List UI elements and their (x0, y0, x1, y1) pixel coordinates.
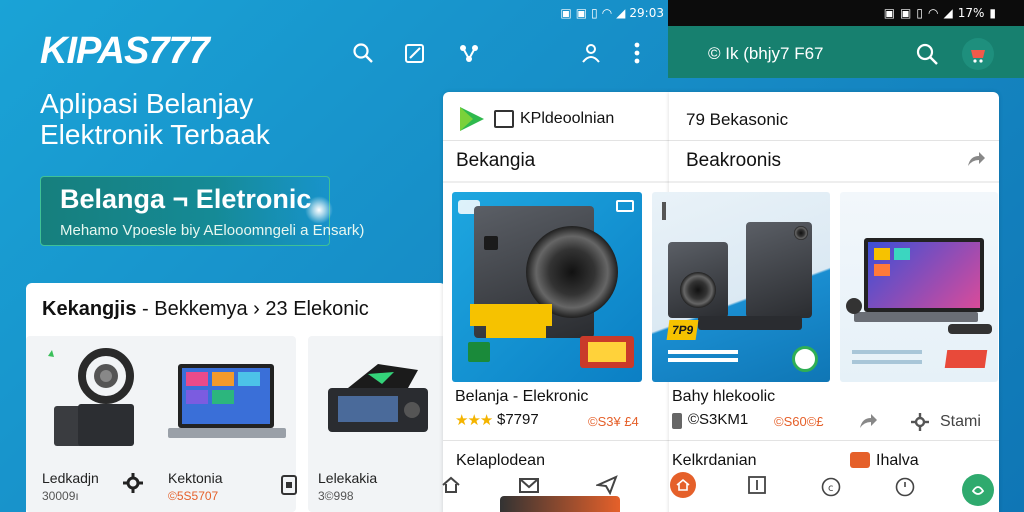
gear-icon[interactable] (122, 472, 144, 494)
nfc-icon: ▣ (900, 6, 912, 20)
section-label: Kelaplodean (456, 452, 545, 469)
product-price: ©5S5707 (168, 489, 219, 503)
signal-icon: ▣ (883, 6, 896, 20)
banner-title: Belanga ¬ Eletronic (60, 184, 312, 214)
phone-icon (672, 413, 682, 429)
tagline-line1: Aplipasi Belanjay (40, 88, 254, 119)
banner-subtitle: Mehamo Vpoesle biy AElooomngeli a Ensark… (60, 222, 365, 239)
edit-icon[interactable] (402, 40, 428, 66)
vibrate-icon: ▯ (591, 6, 598, 20)
status-bar-left: ▣ ▣ ▯ ◠ ◢ 29:03 (540, 4, 668, 22)
section-title: Beakroonis (686, 150, 782, 171)
share-arrow-icon[interactable] (966, 150, 986, 168)
section-label: Ihalva (876, 452, 919, 469)
search-icon[interactable] (350, 40, 376, 66)
divider (443, 181, 669, 183)
wifi-icon: ◠ (601, 6, 613, 20)
more-menu-icon[interactable] (624, 40, 650, 66)
radio-device-image (328, 364, 428, 432)
status-time: 29:03 (629, 6, 664, 20)
promo-icon (850, 452, 870, 468)
sparkle-icon (305, 196, 333, 224)
app-bar-title: © Ik (bhjy7 F67 (708, 44, 824, 63)
share-label[interactable]: Stami (940, 413, 981, 431)
grid-icon (494, 110, 514, 128)
list-icon[interactable] (744, 472, 770, 498)
category-panel-title: Kekangjis - Bekkemya › 23 Elekonic (42, 298, 369, 321)
product-name: Belanja - Elekronic (455, 388, 589, 405)
mail-icon[interactable] (516, 472, 542, 498)
cell-icon: ◢ (616, 6, 626, 20)
category-label: KPldeoolnian (520, 110, 615, 127)
home-icon[interactable] (670, 472, 696, 498)
bookmark-icon (616, 200, 634, 212)
divider (669, 140, 999, 141)
status-bar-right: ▣ ▣ ▯ ◠ ◢ 17% ▮ (668, 0, 1024, 26)
svg-text:c: c (828, 483, 834, 494)
cell-icon: ◢ (943, 6, 953, 20)
tagline: Aplipasi Belanjay Elektronik Terbaak (40, 88, 420, 150)
product-price: ©S3KM1 (688, 411, 749, 428)
divider (669, 440, 999, 441)
product-name: Lelekakia (318, 470, 378, 486)
headphones-speaker-image (48, 348, 134, 446)
product-price-sale: ©S3¥ £4 (588, 414, 639, 429)
product-price: 30009ı (42, 489, 79, 503)
speakers-product-image[interactable]: 7P9 (652, 192, 830, 382)
signal-icon: ▣ (560, 6, 572, 20)
share-icon[interactable] (456, 40, 482, 66)
play-store-icon (457, 105, 487, 133)
wifi-icon: ◠ (928, 6, 939, 20)
support-fab-icon[interactable] (962, 474, 994, 506)
share-arrow-icon[interactable] (858, 412, 878, 430)
nfc-icon: ▣ (575, 6, 588, 20)
send-icon[interactable] (594, 472, 620, 498)
product-price: $7797 (497, 411, 539, 428)
vibrate-icon: ▯ (916, 6, 923, 20)
category-panel-title-bold: Kekangjis (42, 298, 137, 320)
product-price-sale: ©S60©£ (774, 414, 824, 429)
laptop-image (168, 364, 286, 438)
results-count: 79 Bekasonic (686, 110, 789, 129)
section-label: Kelkrdanian (672, 452, 757, 469)
product-price: 3©998 (318, 489, 354, 503)
battery-percent: 17% (957, 6, 985, 20)
home-icon[interactable] (438, 472, 464, 498)
sale-price-tag: 7P9 (666, 320, 699, 340)
battery-icon: ▮ (989, 6, 996, 20)
app-logo: KIPAS777 (40, 30, 210, 72)
product-name: Kektonia (168, 470, 223, 486)
rating-stars: ★★★ (455, 412, 493, 429)
product-name: Ledkadjn (42, 470, 99, 486)
cart-icon[interactable] (962, 38, 994, 70)
price-sticker (470, 304, 552, 326)
category-panel-title-rest: - Bekkemya › 23 Elekonic (136, 298, 369, 320)
divider (443, 140, 669, 141)
tagline-line2: Elektronik Terbaak (40, 119, 270, 150)
search-icon[interactable] (915, 42, 939, 66)
account-icon[interactable] (578, 40, 604, 66)
product-name: Bahy hlekoolic (672, 388, 776, 405)
divider (669, 181, 999, 183)
clock-icon[interactable] (892, 474, 918, 500)
speaker-product-image[interactable] (452, 192, 642, 382)
chat-icon[interactable]: c (818, 474, 844, 500)
section-title: Bekangia (456, 150, 536, 171)
divider (443, 440, 669, 441)
settings-icon[interactable] (910, 412, 930, 432)
document-icon[interactable] (280, 474, 298, 496)
product-preview-strip (500, 496, 620, 512)
laptop-product-image[interactable] (840, 192, 998, 382)
